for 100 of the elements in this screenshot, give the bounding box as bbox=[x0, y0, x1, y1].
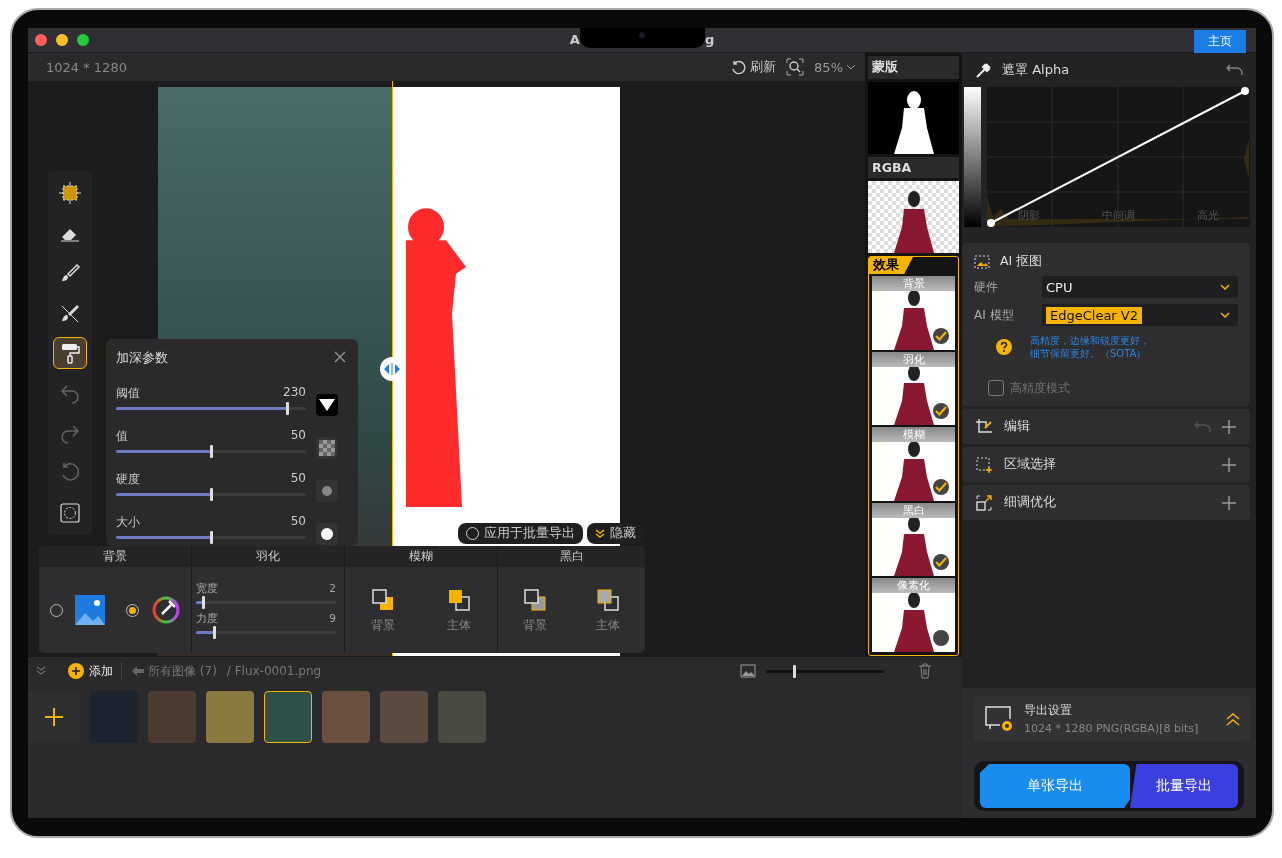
curve-handle[interactable] bbox=[987, 219, 995, 227]
effect-thumbnail[interactable]: 黑白 bbox=[872, 502, 955, 577]
collapsible-section[interactable]: 编辑 bbox=[962, 409, 1250, 444]
collapsible-section[interactable]: 细调优化 bbox=[962, 485, 1250, 520]
zoom-dropdown[interactable]: 85% bbox=[814, 59, 855, 75]
eyedropper-icon[interactable] bbox=[976, 62, 992, 78]
undo-icon[interactable] bbox=[1226, 64, 1244, 76]
export-settings-title: 导出设置 bbox=[1024, 702, 1073, 719]
section-title: 区域选择 bbox=[1004, 456, 1056, 473]
plus-icon[interactable] bbox=[1222, 495, 1236, 510]
slider-value: 230 bbox=[283, 385, 306, 401]
check-badge[interactable] bbox=[933, 403, 949, 420]
panel-heading: 羽化 bbox=[191, 546, 344, 567]
help-icon[interactable] bbox=[996, 339, 1012, 355]
check-badge[interactable] bbox=[933, 327, 949, 344]
curve-handle[interactable] bbox=[1241, 87, 1249, 95]
blur-option[interactable]: 主体 bbox=[447, 587, 471, 633]
model-dropdown[interactable]: EdgeClear V2 bbox=[1042, 304, 1238, 326]
close-window-button[interactable] bbox=[35, 34, 47, 46]
section-title: 细调优化 bbox=[1004, 494, 1056, 511]
photo-placeholder[interactable] bbox=[264, 691, 312, 743]
selection-icon bbox=[59, 182, 81, 204]
collapse-icon[interactable] bbox=[36, 666, 46, 676]
slider[interactable] bbox=[196, 626, 336, 638]
home-button[interactable]: 主页 bbox=[1194, 30, 1246, 53]
monitor-gear-icon bbox=[984, 704, 1014, 733]
check-badge[interactable] bbox=[933, 478, 949, 495]
check-badge[interactable] bbox=[933, 554, 949, 571]
minimize-window-button[interactable] bbox=[56, 34, 68, 46]
checker-swatch[interactable] bbox=[316, 437, 338, 459]
undo-icon bbox=[59, 382, 81, 404]
collapsible-section[interactable]: 区域选择 bbox=[962, 447, 1250, 482]
desaturate-option[interactable]: 背景 bbox=[522, 587, 547, 633]
blur-option[interactable]: 背景 bbox=[371, 587, 395, 633]
tool-button[interactable] bbox=[53, 337, 87, 369]
section-title: 编辑 bbox=[1004, 418, 1030, 435]
subject-layer-icon bbox=[596, 587, 621, 612]
slider-label: 宽度 bbox=[196, 582, 218, 596]
soft-brush-swatch[interactable] bbox=[316, 480, 338, 502]
slider-value: 50 bbox=[290, 514, 306, 530]
double-chevron-up-icon[interactable] bbox=[1226, 711, 1240, 726]
slider[interactable] bbox=[116, 402, 306, 414]
trash-icon[interactable] bbox=[918, 663, 932, 679]
triangle-swatch[interactable] bbox=[316, 394, 338, 416]
slider-value: 2 bbox=[329, 582, 336, 596]
mask-thumbnail[interactable] bbox=[868, 82, 959, 154]
slider-value: 50 bbox=[290, 428, 306, 444]
add-image-button[interactable] bbox=[28, 691, 80, 743]
reset-icon bbox=[59, 462, 81, 484]
rgba-thumbnail[interactable] bbox=[868, 181, 959, 253]
add-button[interactable]: 添加 bbox=[56, 662, 122, 680]
effect-label: 像素化 bbox=[872, 578, 955, 594]
zoom-window-button[interactable] bbox=[77, 34, 89, 46]
slider[interactable] bbox=[116, 531, 306, 543]
unchecked-badge[interactable] bbox=[933, 629, 949, 646]
region-select-icon bbox=[976, 456, 992, 473]
preview-label: 蒙版 bbox=[868, 56, 959, 79]
image-icon[interactable] bbox=[74, 595, 105, 625]
hard-brush-swatch[interactable] bbox=[316, 523, 338, 545]
slider[interactable] bbox=[766, 665, 884, 677]
refresh-button[interactable]: 刷新 bbox=[731, 58, 777, 76]
effect-label: 黑白 bbox=[872, 502, 955, 518]
effect-thumbnail[interactable]: 像素化 bbox=[872, 578, 955, 652]
slider[interactable] bbox=[116, 488, 306, 500]
plus-icon[interactable] bbox=[45, 708, 63, 726]
effect-thumbnail[interactable]: 背景 bbox=[872, 276, 955, 350]
color-picker-icon[interactable] bbox=[150, 595, 181, 625]
brush-icon bbox=[59, 262, 81, 284]
hardware-dropdown[interactable]: CPU bbox=[1042, 276, 1238, 298]
slider-value: 9 bbox=[329, 612, 336, 626]
plus-icon[interactable] bbox=[1222, 419, 1236, 434]
all-images-link[interactable]: 所有图像 (7) bbox=[132, 662, 217, 680]
lasso-select-icon bbox=[59, 502, 81, 524]
effect-thumbnail[interactable]: 羽化 bbox=[872, 351, 955, 426]
single-export-button[interactable]: 单张导出 bbox=[980, 764, 1130, 808]
model-description: 高精度，边缘和锐度更好， bbox=[1030, 334, 1150, 347]
plus-icon[interactable] bbox=[1222, 457, 1236, 472]
field-label: 硬件 bbox=[974, 278, 999, 296]
section-title: AI 抠图 bbox=[1000, 253, 1043, 270]
desaturate-option[interactable]: 主体 bbox=[596, 587, 621, 633]
slider-label: 大小 bbox=[116, 514, 140, 531]
batch-export-button[interactable]: 批量导出 bbox=[1130, 764, 1238, 808]
file-name: / Flux-0001.png bbox=[226, 664, 322, 678]
export-settings-card[interactable]: 导出设置 1024 * 1280 PNG(RGBA)[8 bits] bbox=[974, 696, 1250, 741]
redo-icon bbox=[59, 422, 81, 444]
window-title: A bbox=[569, 31, 580, 47]
brush-icon bbox=[59, 302, 81, 324]
effect-label: 模糊 bbox=[872, 427, 955, 443]
slider[interactable] bbox=[196, 596, 336, 608]
effect-thumbnail[interactable]: 模糊 bbox=[872, 427, 955, 501]
image-icon bbox=[740, 664, 756, 678]
apply-to-batch-button[interactable]: 应用于批量导出 bbox=[458, 523, 583, 544]
plus-circle-icon bbox=[68, 663, 84, 679]
slider-label: 硬度 bbox=[116, 471, 140, 488]
zoom-fit-icon[interactable] bbox=[786, 58, 805, 76]
figure-drawing bbox=[893, 189, 934, 253]
window-title: g bbox=[704, 31, 715, 47]
slider[interactable] bbox=[116, 445, 306, 457]
double-chevron-down-icon bbox=[595, 528, 605, 539]
image-dimensions: 1024 * 1280 bbox=[46, 59, 127, 75]
